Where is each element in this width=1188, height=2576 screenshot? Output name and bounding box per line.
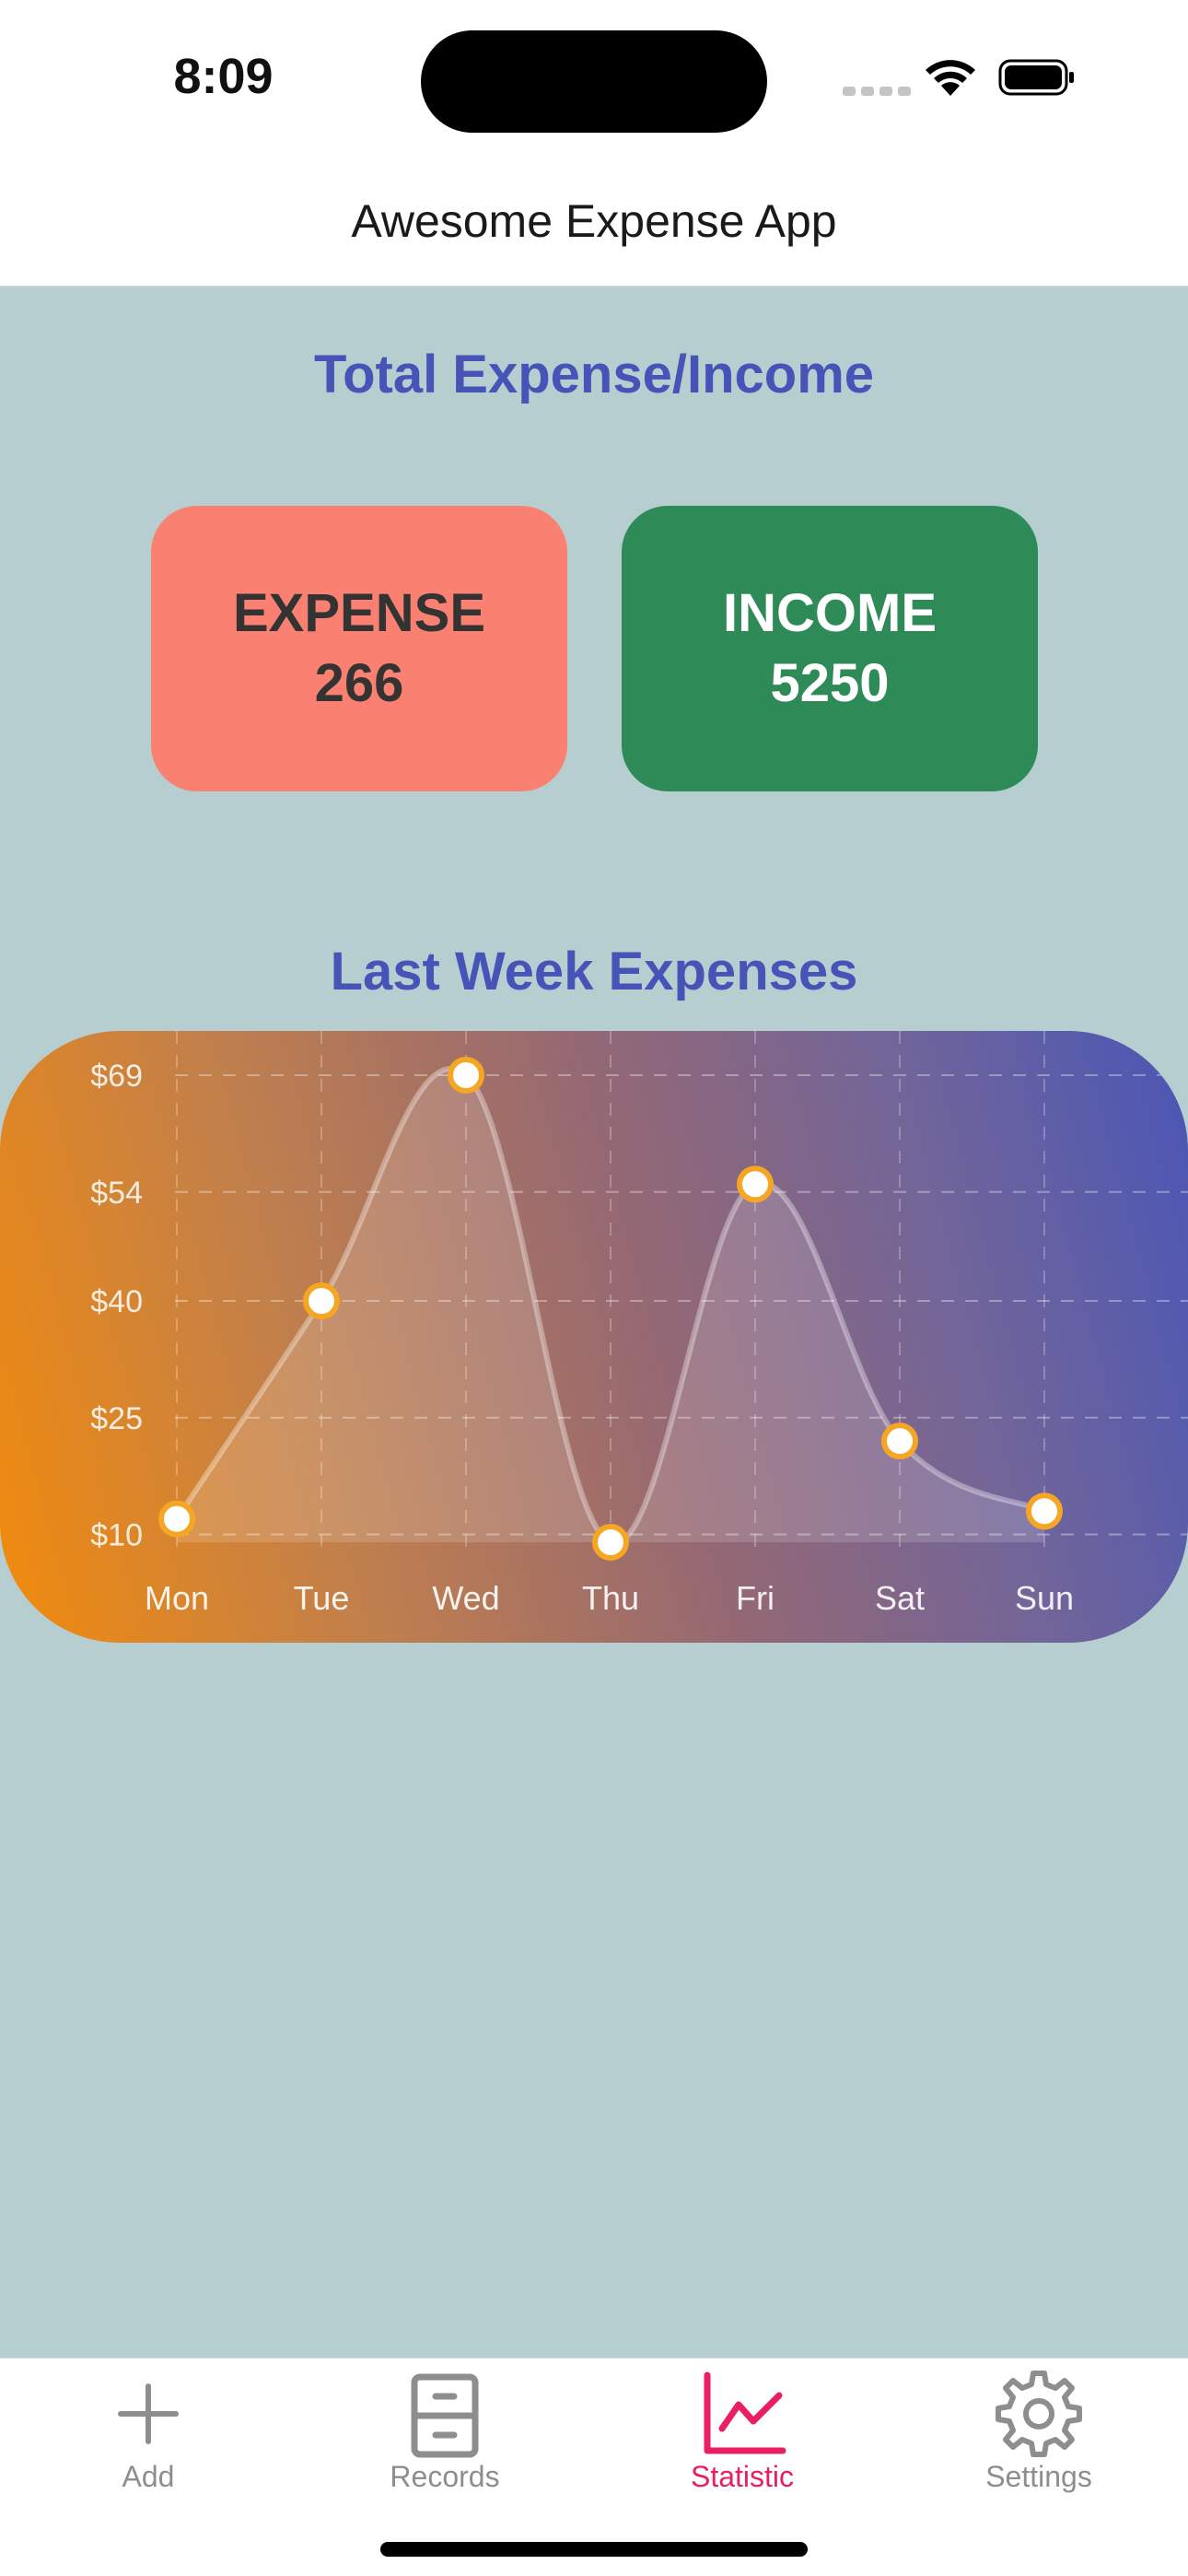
status-icons xyxy=(838,55,1087,101)
data-point xyxy=(158,1500,195,1538)
income-label: INCOME xyxy=(723,583,937,643)
navigation-bar: Awesome Expense App xyxy=(0,161,1188,287)
expense-value: 266 xyxy=(314,653,404,713)
tab-add-label: Add xyxy=(122,2460,175,2493)
chart-line-icon xyxy=(704,2371,786,2454)
data-point xyxy=(448,1057,484,1094)
app-screen: 8:09 Awesome Expense App Total Expense/I… xyxy=(0,0,1188,2576)
y-tick-label: $54 xyxy=(90,1176,143,1211)
data-point xyxy=(592,1524,629,1561)
data-point xyxy=(303,1282,340,1320)
data-point xyxy=(881,1423,918,1460)
expense-card[interactable]: EXPENSE 266 xyxy=(151,506,567,791)
dynamic-island xyxy=(421,30,767,133)
status-bar: 8:09 xyxy=(0,0,1188,161)
app-title: Awesome Expense App xyxy=(351,195,837,247)
income-card[interactable]: INCOME 5250 xyxy=(622,506,1038,791)
gear-icon xyxy=(996,2371,1082,2457)
status-time: 8:09 xyxy=(173,49,274,104)
line-chart: $10 $25 $40 $54 $69 Mon Tue Wed Thu Fri Sat Sun xyxy=(90,1031,1188,1617)
x-tick-label: Sun xyxy=(1015,1579,1074,1617)
x-tick-label: Wed xyxy=(432,1579,499,1617)
tab-settings-label: Settings xyxy=(985,2460,1092,2493)
statistics-content: Total Expense/Income EXPENSE 266 INCOME … xyxy=(0,287,1188,2358)
x-tick-label: Sat xyxy=(875,1579,925,1617)
tab-statistic[interactable]: Statistic xyxy=(594,2359,891,2506)
y-tick-label: $40 xyxy=(90,1284,143,1319)
tab-records-label: Records xyxy=(390,2460,500,2493)
expense-label: EXPENSE xyxy=(233,583,485,643)
y-tick-label: $10 xyxy=(90,1518,143,1553)
income-value: 5250 xyxy=(770,653,890,713)
tab-add[interactable]: Add xyxy=(0,2359,297,2506)
x-tick-label: Thu xyxy=(582,1579,639,1617)
x-tick-label: Tue xyxy=(294,1579,350,1617)
y-tick-label: $69 xyxy=(90,1059,143,1094)
weekly-section-title: Last Week Expenses xyxy=(330,942,858,1001)
weekly-expense-chart: $10 $25 $40 $54 $69 Mon Tue Wed Thu Fri Sat Sun xyxy=(0,1031,1188,1643)
cabinet-icon xyxy=(411,2373,479,2458)
data-point xyxy=(1026,1493,1063,1530)
total-section-title: Total Expense/Income xyxy=(313,345,875,404)
x-tick-label: Fri xyxy=(736,1579,775,1617)
battery-icon xyxy=(998,59,1074,96)
data-point xyxy=(737,1165,774,1203)
y-tick-label: $25 xyxy=(90,1401,143,1436)
tab-settings[interactable]: Settings xyxy=(891,2359,1187,2506)
cellular-signal-icon xyxy=(843,87,911,96)
x-tick-label: Mon xyxy=(145,1579,209,1617)
tab-statistic-label: Statistic xyxy=(690,2460,795,2493)
tab-records[interactable]: Records xyxy=(297,2359,593,2506)
plus-icon xyxy=(118,2383,179,2444)
home-indicator xyxy=(380,2542,808,2557)
wifi-icon xyxy=(926,60,975,96)
